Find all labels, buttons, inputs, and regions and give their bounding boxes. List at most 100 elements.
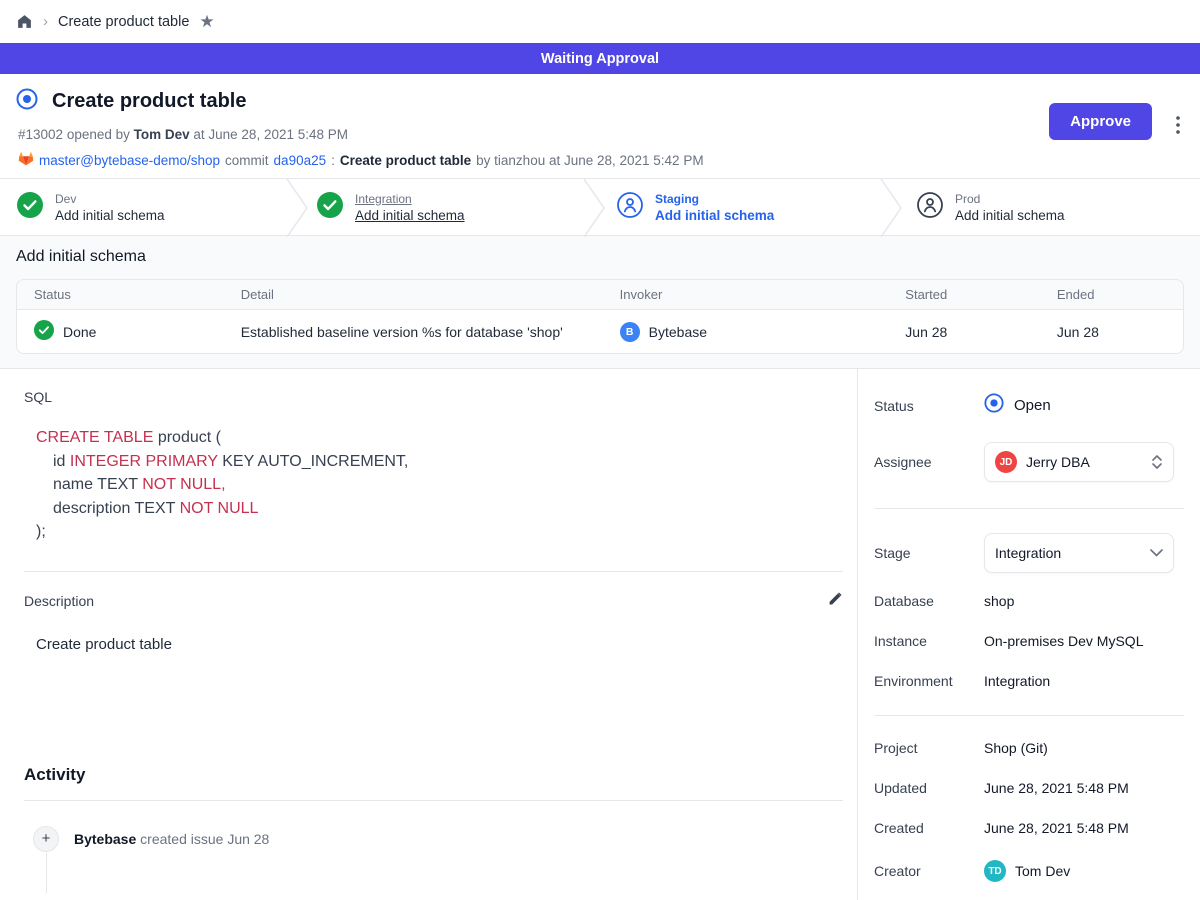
- sql-keyword: INTEGER PRIMARY: [70, 453, 218, 470]
- assignee-label: Assignee: [874, 454, 984, 470]
- sql-keyword: CREATE TABLE: [36, 429, 153, 446]
- instance-row: Instance On-premises Dev MySQL: [874, 633, 1184, 649]
- branch-repo-link[interactable]: master@bytebase-demo/shop: [39, 153, 220, 168]
- plus-icon: +: [33, 826, 59, 852]
- person-circle-icon: [617, 192, 643, 223]
- col-status: Status: [17, 280, 233, 310]
- environment-label: Environment: [874, 673, 984, 689]
- home-icon[interactable]: [16, 13, 33, 30]
- instance-label: Instance: [874, 633, 984, 649]
- col-detail: Detail: [233, 280, 612, 310]
- created-label: Created: [874, 820, 984, 836]
- issue-title: Create product table: [52, 90, 246, 113]
- commit-message: Create product table: [340, 153, 471, 168]
- col-ended: Ended: [1049, 280, 1183, 310]
- status-row: Status Open: [874, 393, 1184, 418]
- commit-label: commit: [225, 153, 269, 168]
- sql-keyword: NOT NULL,: [142, 476, 225, 493]
- breadcrumb-current[interactable]: Create product table: [58, 14, 189, 30]
- stage-task-label: Add initial schema: [955, 208, 1065, 223]
- commit-line: master@bytebase-demo/shop commit da90a25…: [18, 151, 1184, 169]
- stage-value: Integration: [995, 545, 1141, 561]
- assignee-value: Jerry DBA: [1026, 454, 1142, 470]
- stage-env-link[interactable]: Integration: [355, 192, 465, 206]
- approve-button[interactable]: Approve: [1049, 103, 1152, 140]
- creator-row: Creator TD Tom Dev: [874, 860, 1184, 882]
- divider: [874, 715, 1184, 716]
- assignee-avatar: JD: [995, 451, 1017, 473]
- stage-staging[interactable]: Staging Add initial schema: [600, 179, 900, 235]
- commit-byline: by tianzhou at June 28, 2021 5:42 PM: [476, 153, 703, 168]
- created-value: June 28, 2021 5:48 PM: [984, 820, 1129, 836]
- stage-label: Stage: [874, 545, 984, 561]
- issue-header: Create product table #13002 opened by To…: [0, 74, 1200, 178]
- stage-env-label: Dev: [55, 192, 165, 206]
- waiting-approval-banner: Waiting Approval: [0, 43, 1200, 74]
- task-row: Done Established baseline version %s for…: [17, 310, 1183, 354]
- task-status-text: Done: [63, 324, 96, 340]
- description-label: Description: [24, 593, 94, 609]
- divider: [874, 508, 1184, 509]
- sql-text: product (: [153, 429, 221, 446]
- updated-row: Updated June 28, 2021 5:48 PM: [874, 780, 1184, 796]
- open-status-icon: [984, 393, 1004, 418]
- check-circle-icon: [317, 192, 343, 223]
- sql-section-label: SQL: [24, 389, 843, 405]
- stage-integration[interactable]: Integration Add initial schema: [300, 179, 600, 235]
- project-row: Project Shop (Git): [874, 740, 1184, 756]
- issue-detail-panel: SQL CREATE TABLE product ( id INTEGER PR…: [0, 369, 857, 900]
- sql-code-block: CREATE TABLE product ( id INTEGER PRIMAR…: [36, 426, 843, 544]
- edit-pencil-icon[interactable]: [827, 591, 843, 612]
- project-value[interactable]: Shop (Git): [984, 740, 1048, 756]
- environment-value: Integration: [984, 673, 1050, 689]
- creator-value: Tom Dev: [1015, 863, 1070, 879]
- stage-separator-chevron: [286, 179, 308, 237]
- kebab-menu-icon[interactable]: [1176, 116, 1180, 139]
- status-label: Status: [874, 398, 984, 414]
- open-status-icon: [16, 88, 38, 115]
- invoker-avatar: B: [620, 322, 640, 342]
- stage-task-label: Add initial schema: [55, 208, 165, 223]
- activity-heading: Activity: [24, 765, 843, 785]
- sql-text: name TEXT: [53, 476, 142, 493]
- creator-label: Creator: [874, 863, 984, 879]
- status-value: Open: [1014, 397, 1051, 414]
- project-label: Project: [874, 740, 984, 756]
- timeline-connector: [46, 853, 47, 893]
- stage-task-link[interactable]: Add initial schema: [355, 208, 465, 223]
- issue-meta: #13002 opened by Tom Dev at June 28, 202…: [18, 127, 1184, 142]
- chevron-right-icon: ›: [43, 13, 48, 30]
- environment-row: Environment Integration: [874, 673, 1184, 689]
- updated-value: June 28, 2021 5:48 PM: [984, 780, 1129, 796]
- commit-hash-link[interactable]: da90a25: [274, 153, 327, 168]
- stage-env-label: Staging: [655, 192, 774, 206]
- description-text: Create product table: [36, 636, 843, 653]
- check-circle-icon: [17, 192, 43, 223]
- task-section-heading: Add initial schema: [16, 248, 1184, 266]
- opened-by-label: opened by: [63, 127, 134, 142]
- updown-chevron-icon: [1151, 454, 1163, 470]
- issue-opened-at: at June 28, 2021 5:48 PM: [190, 127, 348, 142]
- assignee-select[interactable]: JD Jerry DBA: [984, 442, 1174, 482]
- database-value: shop: [984, 593, 1014, 609]
- col-started: Started: [897, 280, 1049, 310]
- stage-dev[interactable]: Dev Add initial schema: [0, 179, 300, 235]
- person-circle-icon: [917, 192, 943, 223]
- sql-text: id: [53, 453, 70, 470]
- stage-select[interactable]: Integration: [984, 533, 1174, 573]
- star-icon[interactable]: ★: [199, 13, 214, 30]
- activity-action: created issue Jun 28: [136, 831, 269, 847]
- updated-label: Updated: [874, 780, 984, 796]
- chevron-down-icon: [1150, 549, 1163, 557]
- database-row: Database shop: [874, 593, 1184, 609]
- pipeline-stages: Dev Add initial schema Integration Add i…: [0, 178, 1200, 236]
- divider: [24, 571, 843, 572]
- stage-separator-chevron: [880, 179, 902, 237]
- sql-text: );: [36, 523, 46, 540]
- col-invoker: Invoker: [612, 280, 898, 310]
- issue-id: #13002: [18, 127, 63, 142]
- stage-prod[interactable]: Prod Add initial schema: [900, 179, 1200, 235]
- gitlab-icon: [18, 151, 34, 169]
- task-section: Add initial schema Status Detail Invoker…: [0, 236, 1200, 369]
- task-ended-date: Jun 28: [1049, 310, 1183, 354]
